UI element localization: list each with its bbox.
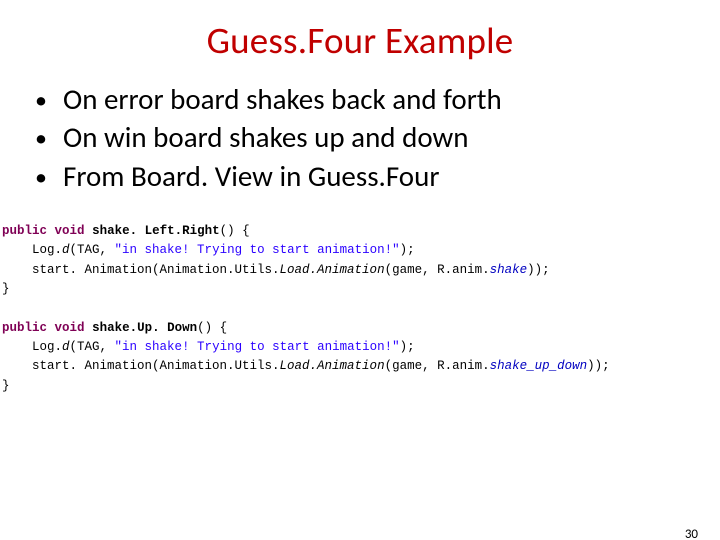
- code-text: (TAG,: [70, 243, 115, 257]
- field-ref: shake_up_down: [490, 359, 588, 373]
- keyword: public: [2, 321, 47, 335]
- bullet-list: On error board shakes back and forth On …: [35, 81, 720, 194]
- string-literal: "in shake! Trying to start animation!": [115, 340, 400, 354]
- code-text: Log.: [2, 340, 62, 354]
- page-number: 30: [685, 527, 698, 540]
- method-call: Load.Animation: [280, 263, 385, 277]
- code-text: (TAG,: [70, 340, 115, 354]
- method-call: d: [62, 243, 70, 257]
- code-text: start. Animation(Animation.Utils.: [2, 359, 280, 373]
- keyword: void: [55, 224, 85, 238]
- method-name: shake.Up. Down: [92, 321, 197, 335]
- code-text: (game, R.anim.: [385, 263, 490, 277]
- method-call: Load.Animation: [280, 359, 385, 373]
- code-text: ));: [527, 263, 550, 277]
- method-name: shake. Left.Right: [92, 224, 220, 238]
- keyword: public: [2, 224, 47, 238]
- code-text: );: [400, 243, 415, 257]
- bullet-item: On win board shakes up and down: [35, 119, 720, 155]
- field-ref: shake: [490, 263, 528, 277]
- code-block: public void shake. Left.Right() { Log.d(…: [2, 222, 718, 396]
- bullet-item: From Board. View in Guess.Four: [35, 158, 720, 194]
- string-literal: "in shake! Trying to start animation!": [115, 243, 400, 257]
- code-text: ));: [587, 359, 610, 373]
- code-text: start. Animation(Animation.Utils.: [2, 263, 280, 277]
- keyword: void: [55, 321, 85, 335]
- code-text: (game, R.anim.: [385, 359, 490, 373]
- code-text: );: [400, 340, 415, 354]
- slide-title: Guess.Four Example: [0, 18, 720, 63]
- code-text: }: [2, 282, 10, 296]
- code-text: }: [2, 379, 10, 393]
- code-text: Log.: [2, 243, 62, 257]
- bullet-item: On error board shakes back and forth: [35, 81, 720, 117]
- code-text: () {: [220, 224, 250, 238]
- method-call: d: [62, 340, 70, 354]
- code-text: () {: [197, 321, 227, 335]
